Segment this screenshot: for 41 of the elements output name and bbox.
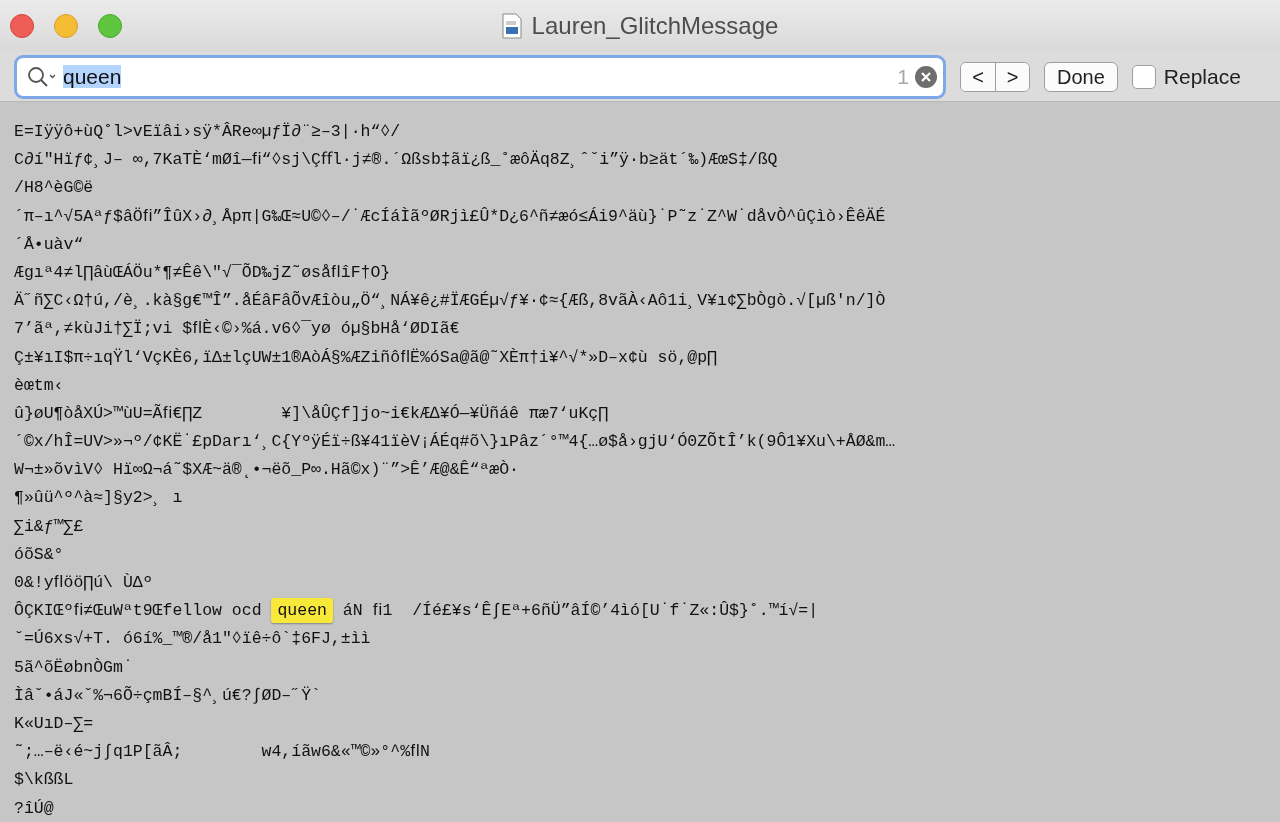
close-button[interactable] bbox=[10, 14, 34, 38]
text-line: K«UıD–∑= bbox=[14, 712, 95, 735]
text-line: óõS&° bbox=[14, 543, 65, 566]
text-line: 7’ãª,≠kùJi†∑Ï;vi $ﬂÈ‹©›%á.v6◊¯yø óµ§bHå‘ØDIã€ bbox=[14, 318, 461, 341]
minimize-button[interactable] bbox=[54, 14, 78, 38]
text-line: ?îÚ@ bbox=[14, 797, 55, 820]
search-icon bbox=[27, 65, 57, 88]
clear-icon[interactable] bbox=[915, 65, 937, 88]
text-line: û}øU¶òåXÚ>™ùU=Ãﬁ€∏Z ¥]\åÛÇf]jo~i€kÆ∆¥Ó—¥Üñáê πæ7‘uKç∏ bbox=[14, 402, 610, 425]
text-line: Ä˝ñ∑C‹Ω†ú,/è¸.kà§g€™Î”.åÉâFâÕvÆîòu„Ö“¸NÁ¥ê¿#ÏÆGÉµ√ƒ¥·¢≈{Æß,8vãÀ‹Aô1i¸V¥ı¢∑bÒgò.√[µß'n/]Ò bbox=[14, 290, 887, 313]
text-line: ´π–ı^√5Aªƒ$âÖﬁ”ÎûX›∂¸Åpπ|G‰Œ≈U©◊–/˙ÆcÍáÌãºØRjì£Û*D¿6^ñ≠æó≤Ái9^äù}˙P˜z˙Z^W˙dåvÒ^ûÇìò›ÊêÄÉ bbox=[14, 205, 887, 228]
next-button[interactable]: > bbox=[995, 62, 1029, 91]
document-icon bbox=[501, 13, 522, 39]
search-query: queen bbox=[63, 64, 122, 89]
text-line: 5ã^õËøbnÒGm˙ bbox=[14, 656, 134, 679]
search-field[interactable]: queen 1 bbox=[14, 54, 946, 99]
text-line: Ægıª4≠l∏âùŒÁÖu*¶≠Êê\"√¯ÕD‰jZ˜øsåﬂîF†O} bbox=[14, 261, 392, 284]
text-line: E=Iÿÿô+ùQ˚l>vEïâi›sÿ*ÂRe∞µƒÏ∂¨≥–3|·h“◊/ bbox=[14, 121, 402, 143]
text-line: ´©x/hÎ=UV>»¬º/¢KË˙£pDarı‘¸C{YºÿÉï÷ß¥41ïèV¡ÁÉq#õ\}ıPâz´°™4{…ø$å›gjU‘Ó0ZÕtÎ’k(9Ô1¥Xu\+ÅØ&m… bbox=[14, 431, 897, 454]
replace-checkbox[interactable] bbox=[1131, 64, 1156, 89]
text-line: 0&!yﬂöö∏ú\ ÙΔº bbox=[14, 572, 154, 594]
match-highlight: queen bbox=[271, 598, 333, 624]
text-line: ¶»ûü^º^à≈]§y2>¸ ı bbox=[14, 487, 184, 510]
match-count: 1 bbox=[897, 63, 909, 90]
text-line: C∂í"Hïƒ¢¸J– ∞,7KaTÈ‘mØî—ﬁ“◊sj\Çﬀl·j≠®.´Ωßsb‡ãï¿ß_˚æôÄq8Z¸ˆˇi”ÿ·b≥ät´‰)ÆœS‡/ßQ bbox=[14, 149, 779, 172]
text-line: ˜;…–ë‹é~j∫q1P[ãÂ; w4,íãw6&«™©»°^%ﬂN bbox=[14, 741, 431, 764]
text-line: ∑i&ƒ™∑£ bbox=[14, 515, 85, 538]
done-button[interactable]: Done bbox=[1044, 61, 1118, 92]
text-line: $\kßßL bbox=[14, 769, 75, 792]
text-line: Ç±¥ıI$π÷ıqŸl‘VçKÈ6,ïΔ±lçUW±1®AòÁ§%ÆZiñôﬂË%óSa@ã@˜XÈπ†i¥^√*»D–x¢ù sö,@p∏ bbox=[14, 346, 718, 369]
text-line: /H8^èG©ë bbox=[14, 177, 95, 200]
text-line: èœtm‹ bbox=[14, 374, 65, 397]
line-text: ÔÇKIŒºﬁ≠ŒuWªt9Œfellow ocd bbox=[14, 601, 263, 621]
line-text: áN ﬁ1 /Íé£¥s‘Ê∫Eª+6ñÜ”âÍ©’4ìó[U˙f˙Z«:Û$}˚.™í√=| bbox=[341, 601, 819, 621]
text-line: Ìâˇ•áJ«ˇ%¬6Õ÷çmBÍ–§^¸ú€?∫ØD–˝Ÿ` bbox=[14, 684, 322, 707]
text-line: ˘=Ú6xs√+T. ó6í%_™®/å1"◊ïê÷ô`‡6FJ,±ìì bbox=[14, 628, 372, 651]
zoom-button[interactable] bbox=[98, 14, 122, 38]
replace-label: Replace bbox=[1163, 63, 1241, 90]
window-title: Lauren_GlitchMessage bbox=[531, 11, 779, 41]
text-line: W¬±»õvìV◊ Hï∞Ω¬á˜$XÆ~ä®˛•¬ëõ_P∞.Hã©x)¨”>Ê’Æ@&Ê“ªæÒ· bbox=[14, 459, 520, 482]
text-line: ´Å•uàv“ bbox=[14, 233, 85, 256]
